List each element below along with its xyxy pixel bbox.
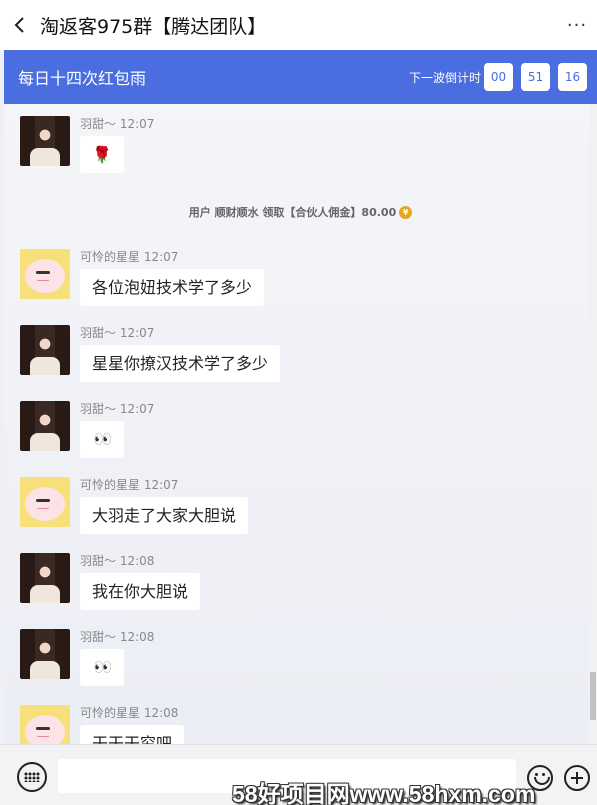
message-time: 12:07 [143, 478, 179, 492]
message-time: 12:07 [119, 326, 155, 340]
avatar[interactable] [20, 249, 70, 299]
sender-name: 羽甜～ [80, 117, 117, 131]
message-bubble[interactable]: 星星你撩汉技术学了多少 [80, 345, 281, 382]
coin-icon: ¥ [399, 206, 413, 219]
countdown-label: 下一波倒计时 [408, 70, 481, 85]
avatar[interactable] [20, 705, 70, 744]
message-time: 12:07 [143, 250, 179, 264]
message-meta: 羽甜～ 12:07 [80, 401, 154, 419]
sender-name: 可怜的星星 [80, 478, 141, 492]
message-item: 可怜的星星 12:07 大羽走了大家大胆说 [20, 477, 249, 534]
message-time: 12:07 [119, 117, 155, 131]
avatar[interactable] [20, 629, 70, 679]
message-bubble[interactable]: 👀 [80, 649, 124, 686]
message-item: 羽甜～ 12:07 星星你撩汉技术学了多少 [20, 325, 281, 382]
message-bubble[interactable]: 👀 [80, 421, 124, 458]
sender-name: 可怜的星星 [80, 250, 141, 264]
back-button[interactable] [0, 0, 40, 50]
message-meta: 羽甜～ 12:07 [80, 325, 280, 343]
plus-icon[interactable] [564, 765, 590, 791]
back-icon [14, 17, 24, 33]
chat-header: 淘返客975群【腾达团队】 ··· [0, 0, 597, 50]
sender-name: 羽甜～ [80, 554, 117, 568]
message-item: 可怜的星星 12:08 干干干穷吧 [20, 705, 185, 744]
message-item: 羽甜～ 12:07 👀 [20, 401, 154, 458]
watermark: 58好项目网www.58hxm.com [232, 781, 536, 805]
message-item: 可怜的星星 12:07 各位泡妞技术学了多少 [20, 249, 265, 306]
avatar[interactable] [20, 325, 70, 375]
system-notice: 用户 顺财顺水 领取【合伙人佣金】80.00 ¥ [4, 204, 597, 220]
message-bubble[interactable]: 干干干穷吧 [80, 725, 185, 744]
countdown-seconds: 16 [558, 63, 587, 91]
message-bubble[interactable]: 各位泡妞技术学了多少 [80, 269, 265, 306]
message-time: 12:08 [119, 554, 155, 568]
avatar[interactable] [20, 116, 70, 166]
chat-title: 淘返客975群【腾达团队】 [40, 15, 267, 38]
sender-name: 羽甜～ [80, 326, 117, 340]
message-meta: 羽甜～ 12:08 [80, 553, 200, 571]
scrollbar[interactable] [589, 104, 597, 744]
avatar[interactable] [20, 477, 70, 527]
message-bubble[interactable]: 我在你大胆说 [80, 573, 201, 610]
sender-name: 羽甜～ [80, 630, 117, 644]
countdown-hours: 00 [484, 63, 513, 91]
message-time: 12:08 [143, 706, 179, 720]
countdown-minutes: 51 [521, 63, 550, 91]
message-list[interactable]: 羽甜～ 12:07 🌹 用户 顺财顺水 领取【合伙人佣金】80.00 ¥ 可怜的星… [4, 104, 597, 744]
sender-name: 羽甜～ [80, 402, 117, 416]
message-meta: 可怜的星星 12:07 [80, 249, 264, 267]
message-item: 羽甜～ 12:08 我在你大胆说 [20, 553, 201, 610]
message-time: 12:07 [119, 402, 155, 416]
message-meta: 羽甜～ 12:07 [80, 116, 154, 134]
red-packet-banner[interactable]: 每日十四次红包雨 下一波倒计时 00 51 16 [4, 50, 597, 104]
message-meta: 羽甜～ 12:08 [80, 629, 154, 647]
system-notice-text: 用户 顺财顺水 领取【合伙人佣金】80.00 [188, 206, 397, 219]
scrollbar-thumb[interactable] [590, 672, 596, 720]
sender-name: 可怜的星星 [80, 706, 141, 720]
more-options-button[interactable]: ··· [557, 0, 597, 50]
avatar[interactable] [20, 401, 70, 451]
message-item: 羽甜～ 12:07 🌹 [20, 116, 154, 173]
message-meta: 可怜的星星 12:08 [80, 705, 184, 723]
avatar[interactable] [20, 553, 70, 603]
keyboard-icon[interactable] [17, 762, 47, 792]
banner-title: 每日十四次红包雨 [18, 69, 147, 88]
message-item: 羽甜～ 12:08 👀 [20, 629, 154, 686]
message-bubble[interactable]: 🌹 [80, 136, 124, 173]
message-time: 12:08 [119, 630, 155, 644]
message-bubble[interactable]: 大羽走了大家大胆说 [80, 497, 249, 534]
message-meta: 可怜的星星 12:07 [80, 477, 248, 495]
